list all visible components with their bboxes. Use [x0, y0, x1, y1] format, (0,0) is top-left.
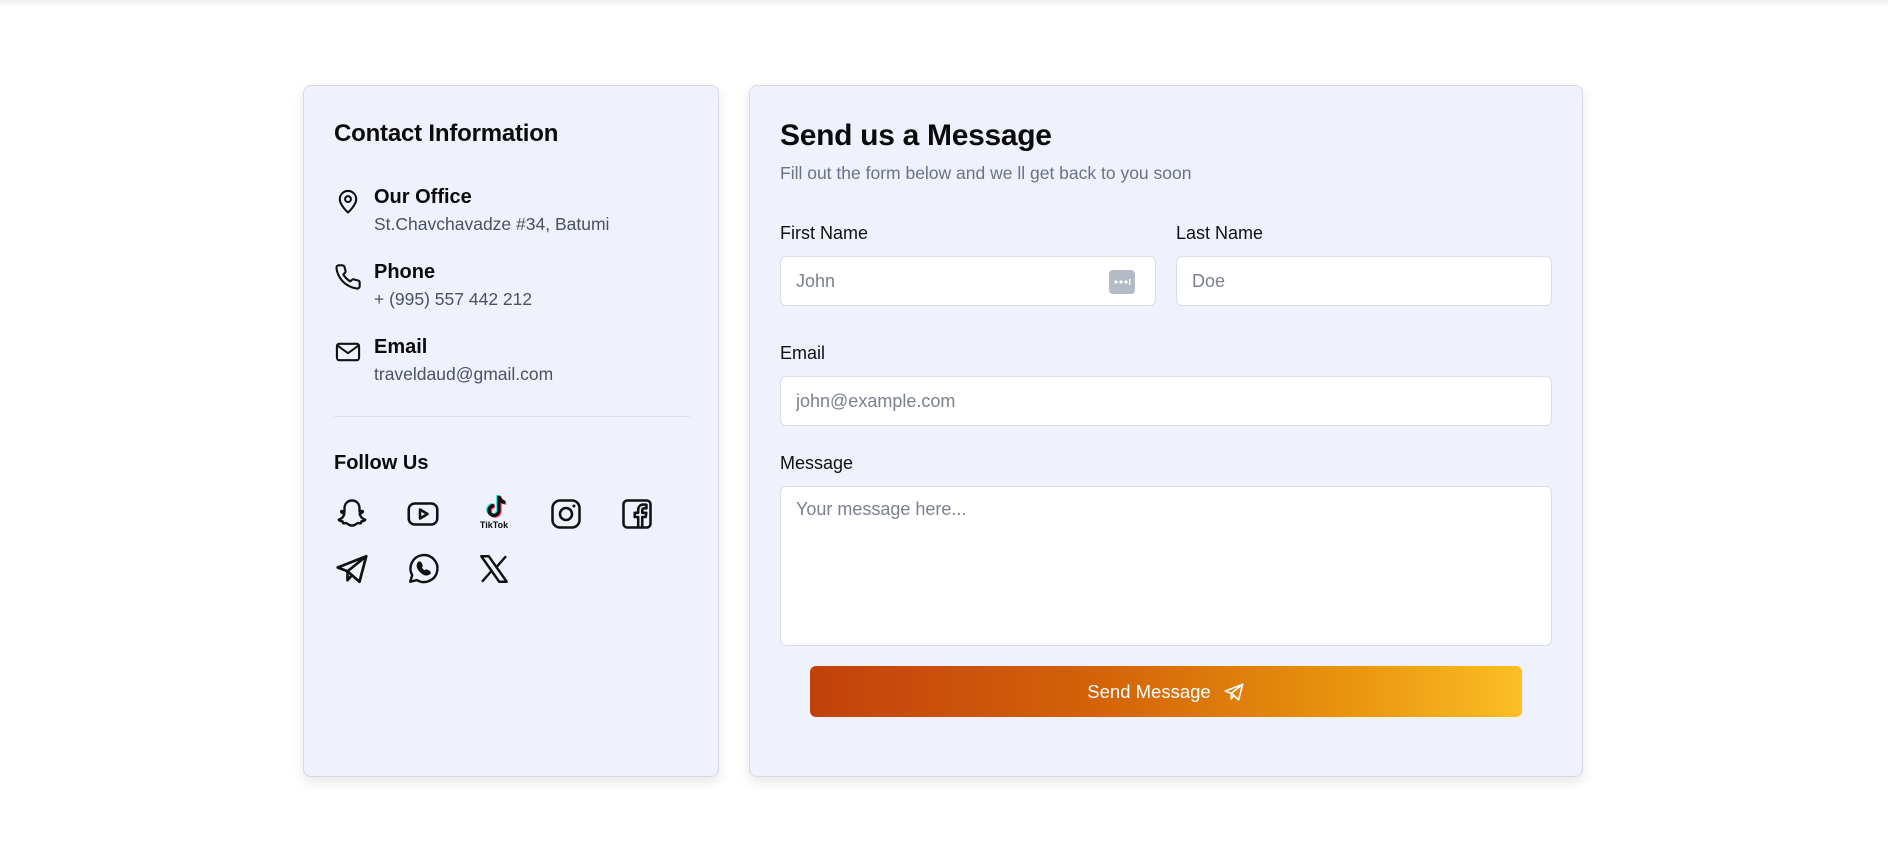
divider — [334, 416, 690, 417]
message-label: Message — [780, 453, 854, 473]
message-field[interactable] — [780, 486, 1552, 646]
facebook-icon — [622, 499, 652, 529]
message-textarea[interactable] — [796, 499, 1551, 629]
email-label: Email — [780, 343, 826, 363]
follow-us-title: Follow Us — [334, 452, 429, 474]
first-name-field[interactable] — [780, 256, 1156, 306]
mail-icon — [335, 342, 361, 362]
instagram-link[interactable] — [546, 494, 586, 534]
form-subtitle: Fill out the form below and we ll get ba… — [780, 163, 1192, 183]
instagram-icon — [551, 499, 581, 529]
x-link[interactable] — [474, 549, 514, 589]
dots-icon — [1114, 279, 1131, 285]
email-input[interactable] — [796, 390, 1551, 412]
first-name-input[interactable] — [796, 270, 1155, 292]
phone-icon — [335, 264, 361, 290]
whatsapp-icon — [409, 553, 439, 584]
last-name-field[interactable] — [1176, 256, 1552, 306]
whatsapp-link[interactable] — [403, 549, 443, 589]
contact-info-card: Contact Information Our Office St.Chavch… — [303, 85, 719, 777]
office-title: Our Office — [374, 186, 472, 208]
tiktok-link[interactable]: TikTok — [474, 491, 514, 531]
facebook-link[interactable] — [617, 494, 657, 534]
form-title: Send us a Message — [780, 119, 1052, 152]
send-icon — [1224, 682, 1244, 701]
last-name-label: Last Name — [1176, 223, 1264, 243]
map-pin-icon — [338, 189, 358, 214]
x-icon — [480, 555, 508, 583]
telegram-icon — [336, 554, 368, 584]
snapchat-icon — [337, 499, 367, 527]
tiktok-wordmark: TikTok — [479, 520, 509, 530]
header-shadow — [0, 0, 1888, 6]
phone-title: Phone — [374, 261, 436, 283]
password-manager-icon[interactable] — [1109, 270, 1135, 294]
youtube-link[interactable] — [403, 494, 443, 534]
snapchat-link[interactable] — [332, 494, 372, 534]
tiktok-icon — [486, 495, 507, 518]
phone-number: + (995) 557 442 212 — [374, 289, 533, 309]
youtube-icon — [407, 502, 439, 526]
office-info: Our Office St.Chavchavadze #34, Batumi — [334, 186, 694, 240]
contact-info-title: Contact Information — [334, 120, 559, 147]
send-message-label: Send Message — [1087, 680, 1211, 702]
first-name-label: First Name — [780, 223, 869, 243]
email-address: traveldaud@gmail.com — [374, 364, 554, 384]
email-info: Email traveldaud@gmail.com — [334, 336, 694, 390]
email-title: Email — [374, 336, 428, 358]
telegram-link[interactable] — [332, 549, 372, 589]
last-name-input[interactable] — [1192, 270, 1551, 292]
office-address: St.Chavchavadze #34, Batumi — [374, 214, 610, 234]
email-field[interactable] — [780, 376, 1552, 426]
message-form-card: Send us a Message Fill out the form belo… — [749, 85, 1583, 777]
phone-info: Phone + (995) 557 442 212 — [334, 261, 694, 315]
send-message-button[interactable]: Send Message — [810, 666, 1522, 717]
